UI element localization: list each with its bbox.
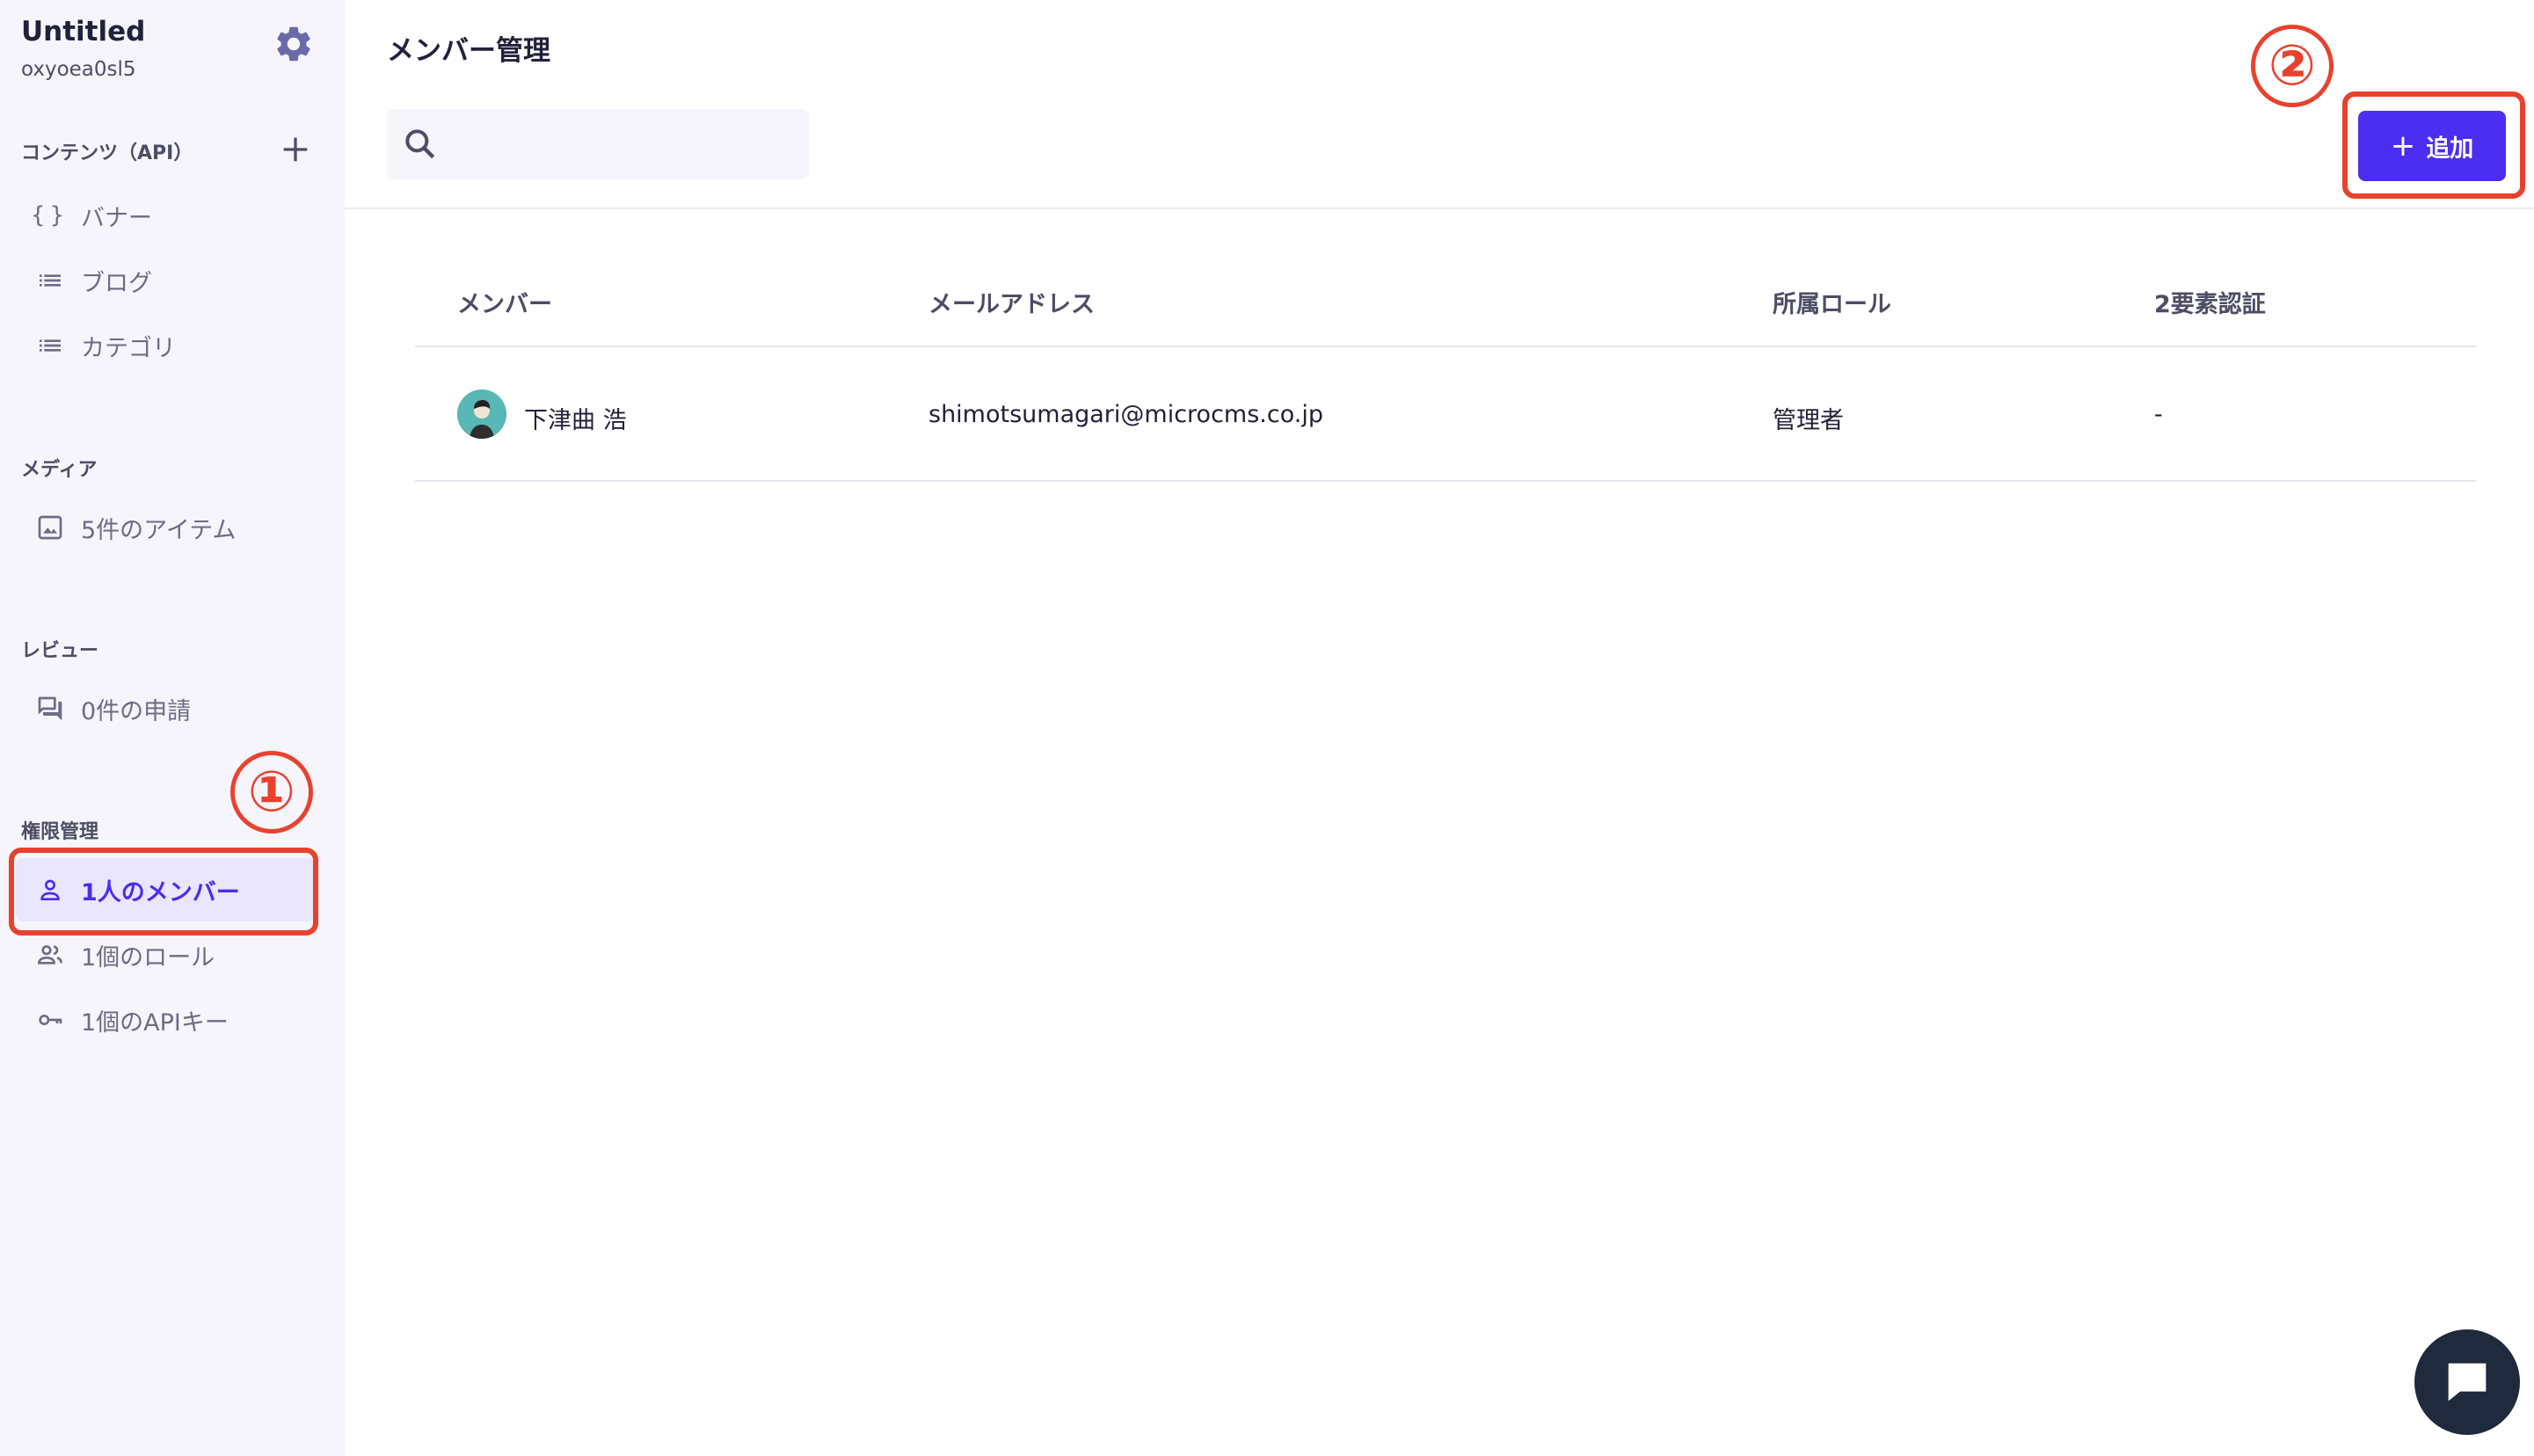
gear-icon[interactable]: [273, 23, 315, 65]
table-header-divider: [415, 346, 2476, 347]
chat-bubble-icon: [2448, 1363, 2487, 1401]
chat-support-button[interactable]: [2414, 1329, 2520, 1435]
image-icon: [35, 513, 65, 542]
search-input[interactable]: [448, 109, 809, 179]
plus-icon: +: [2390, 128, 2416, 164]
sidebar-item-category[interactable]: カテゴリ: [16, 314, 315, 377]
annotation-number-1: ①: [230, 751, 313, 834]
chat-bubbles-icon: [35, 694, 65, 724]
service-title: Untitled: [21, 16, 146, 47]
member-name: 下津曲 浩: [524, 407, 627, 434]
sidebar-item-media[interactable]: 5件のアイテム: [16, 496, 315, 559]
media-section-head: メディア: [21, 459, 98, 481]
sidebar-item-label: ブログ: [81, 269, 152, 297]
review-section-head: レビュー: [21, 640, 99, 662]
sidebar-item-label: 5件のアイテム: [81, 516, 237, 544]
add-api-plus-icon[interactable]: [278, 132, 313, 167]
braces-icon: {}: [31, 202, 69, 229]
sidebar-item-api-keys[interactable]: 1個のAPIキー: [16, 988, 315, 1052]
member-two-factor: -: [2154, 401, 2163, 428]
sidebar-item-label: カテゴリ: [81, 334, 176, 362]
sidebar-item-label: 0件の申請: [81, 697, 192, 725]
search-box: [387, 109, 809, 179]
member-email: shimotsumagari@microcms.co.jp: [928, 401, 1323, 428]
member-role: 管理者: [1773, 407, 1844, 434]
contents-section-head: コンテンツ（API）: [21, 142, 193, 164]
annotation-number-2: ②: [2251, 25, 2334, 107]
add-member-button[interactable]: + 追加: [2358, 111, 2506, 181]
search-icon: [405, 129, 435, 159]
add-button-label: 追加: [2426, 135, 2474, 163]
people-icon: [35, 940, 65, 970]
avatar: [457, 389, 506, 439]
column-header-member: メンバー: [457, 291, 552, 318]
column-header-two-factor: 2要素認証: [2154, 291, 2266, 318]
list-icon: [35, 266, 65, 295]
sidebar-item-label: 1個のロール: [81, 943, 215, 972]
sidebar: Untitled oxyoea0sl5 コンテンツ（API） {} バナー ブロ…: [0, 0, 345, 1456]
avatar-person-icon: [457, 389, 506, 439]
service-id: oxyoea0sl5: [21, 58, 136, 81]
sidebar-item-review[interactable]: 0件の申請: [16, 677, 315, 740]
permission-section-head: 権限管理: [21, 821, 99, 843]
column-header-role: 所属ロール: [1773, 291, 1891, 318]
table-row-divider: [415, 480, 2476, 482]
sidebar-item-blog[interactable]: ブログ: [16, 249, 315, 312]
key-icon: [35, 1005, 65, 1035]
page-title: メンバー管理: [387, 35, 550, 67]
sidebar-item-label: 1個のAPIキー: [81, 1008, 229, 1037]
sidebar-item-banner[interactable]: {} バナー: [16, 184, 315, 247]
header-divider: [345, 207, 2534, 209]
annotation-box-members: [9, 848, 318, 935]
sidebar-item-label: バナー: [81, 204, 152, 232]
list-icon: [35, 331, 65, 360]
column-header-email: メールアドレス: [928, 291, 1095, 318]
